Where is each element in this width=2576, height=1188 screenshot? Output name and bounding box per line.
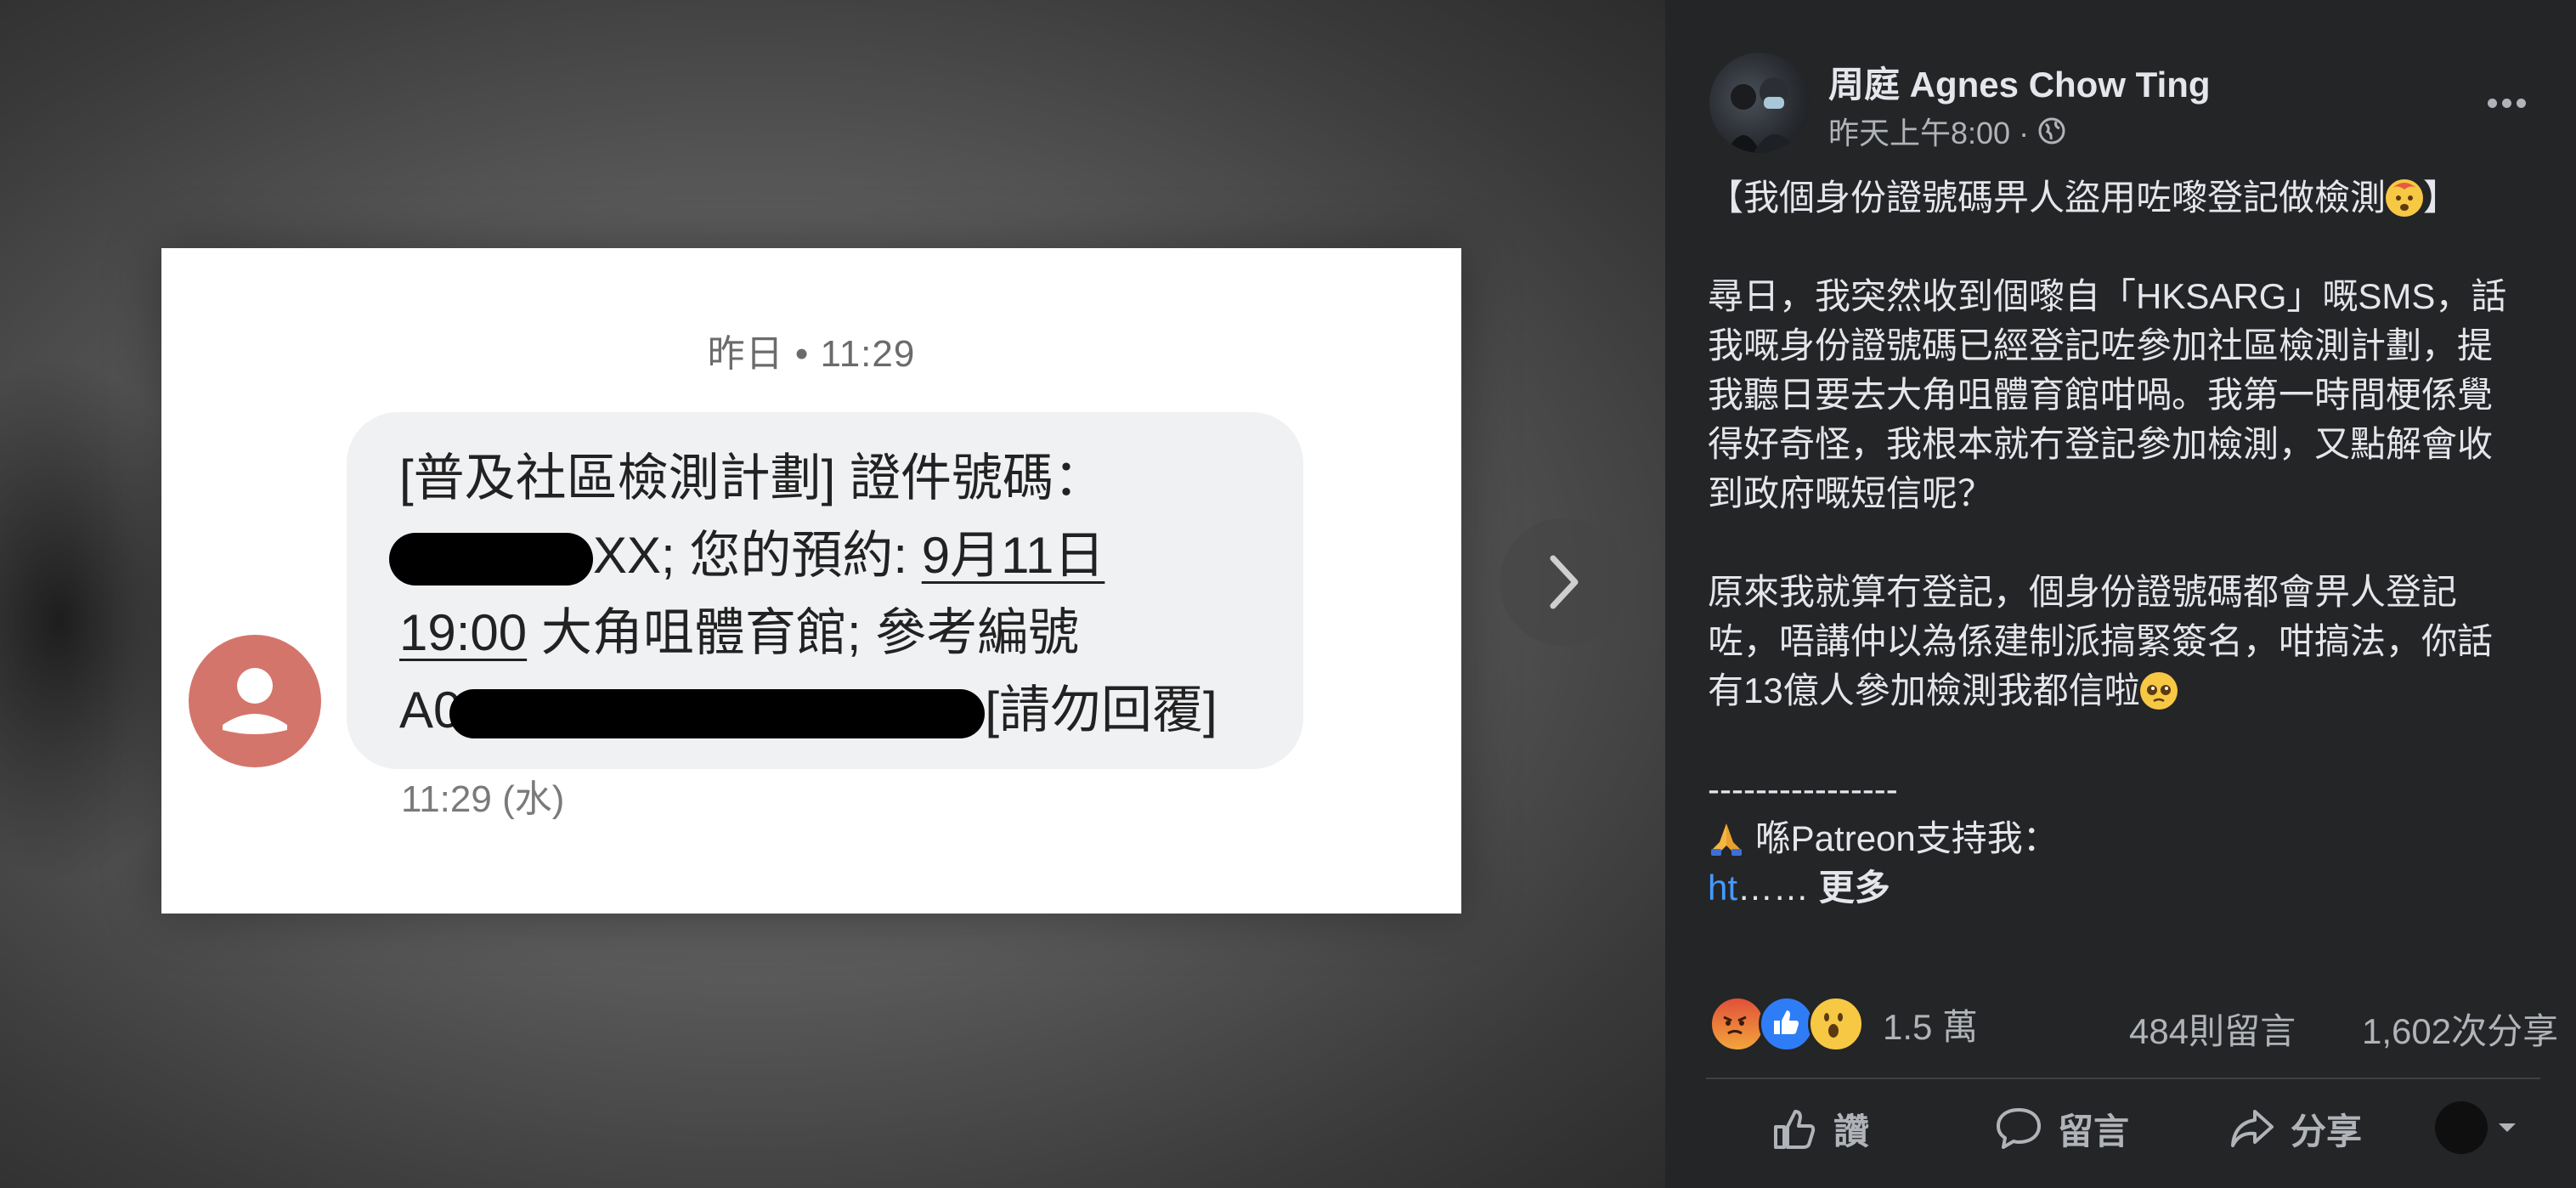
pleading-face-emoji-icon xyxy=(2139,672,2178,710)
reaction-identity-selector[interactable] xyxy=(2435,1101,2518,1154)
reactions-summary[interactable]: 1.5 萬 xyxy=(1709,996,1978,1052)
post-paragraph-1: 尋日，我突然收到個嚟自「HKSARG」嘅SMS，話我嘅身份證號碼已經登記咗參加社… xyxy=(1708,276,2507,513)
folded-hands-icon xyxy=(1711,823,1742,856)
sms-line-3: 19:00 大角咀體育館; 參考編號 xyxy=(399,604,1080,661)
post-paragraph-2: 原來我就算冇登記，個身份證號碼都會畀人登記咗，唔講仲以為係建制派搞緊簽名，咁搞法… xyxy=(1708,572,2494,710)
sms-message-bubble: [普及社區檢測計劃] 證件號碼： XX; 您的預約: 9月11日 19:00 大… xyxy=(347,412,1303,769)
dot-icon xyxy=(2501,98,2511,108)
angry-reaction-icon xyxy=(1709,996,1765,1052)
like-button[interactable]: 讚 xyxy=(1769,1096,1869,1161)
thumbs-up-icon xyxy=(1774,1110,1816,1149)
comment-button[interactable]: 留言 xyxy=(1993,1096,2129,1161)
sms-line-4: A0 [請勿回覆] xyxy=(399,682,1217,739)
sms-line-1: [普及社區檢測計劃] 證件號碼： xyxy=(399,450,1105,506)
sms-line-2: XX; 您的預約: 9月11日 xyxy=(389,517,1269,594)
divider xyxy=(1706,1078,2540,1079)
dot-icon xyxy=(2516,98,2526,108)
post-title: 【我個身份證號碼畀人盜用咗嚟登記做檢測】 xyxy=(1708,178,2460,218)
sms-screenshot-photo: 昨日 • 11:29 [普及社區檢測計劃] 證件號碼： XX; 您的預約: 9月… xyxy=(161,248,1461,914)
post-timestamp[interactable]: 昨天上午8:00 · xyxy=(1828,109,2029,153)
see-more-link[interactable]: 更多 xyxy=(1819,868,1890,908)
share-button[interactable]: 分享 xyxy=(2226,1096,2362,1161)
reaction-count: 1.5 萬 xyxy=(1883,1006,1979,1047)
redaction-mark xyxy=(389,533,593,586)
user-avatar xyxy=(2435,1101,2488,1154)
comment-bubble-icon xyxy=(1997,1108,2041,1149)
caret-down-icon xyxy=(2499,1123,2516,1132)
post-body: 【我個身份證號碼畀人盜用咗嚟登記做檢測】 尋日，我突然收到個嚟自「HKSARG」… xyxy=(1708,173,2523,913)
more-options-button[interactable] xyxy=(2472,82,2540,124)
sms-date-header: 昨日 • 11:29 xyxy=(707,333,916,375)
post-meta: 昨天上午8:00 · xyxy=(1828,109,2066,153)
post-panel: 周庭 Agnes Chow Ting 昨天上午8:00 · 【我個身份證號碼畀人… xyxy=(1665,0,2576,1188)
sms-date-link: 9月11日 xyxy=(921,527,1105,584)
exploding-head-emoji-icon xyxy=(2386,179,2424,217)
shares-count[interactable]: 1,602次分享 xyxy=(2362,1003,2558,1055)
next-photo-button[interactable] xyxy=(1500,518,1627,646)
photo-viewer: 昨日 • 11:29 [普及社區檢測計劃] 證件號碼： XX; 您的預約: 9月… xyxy=(0,0,1665,1188)
wow-reaction-icon xyxy=(1808,996,1864,1052)
author-name[interactable]: 周庭 Agnes Chow Ting xyxy=(1828,56,2211,108)
globe-icon xyxy=(2038,117,2065,144)
post-separator: ---------------- xyxy=(1708,769,1898,809)
like-reaction-icon xyxy=(1759,996,1815,1052)
dot-icon xyxy=(2487,98,2497,108)
post-patreon-line: 喺Patreon支持我： xyxy=(1708,814,2523,863)
chevron-right-icon xyxy=(1550,555,1579,609)
sms-message-text: [普及社區檢測計劃] 證件號碼： XX; 您的預約: 9月11日 19:00 大… xyxy=(389,439,1269,749)
comments-count[interactable]: 484則留言 xyxy=(2129,1003,2296,1055)
post-link-line: ht…… 更多 xyxy=(1708,868,1890,908)
sms-time-link: 19:00 xyxy=(399,604,528,661)
redaction-mark xyxy=(449,689,986,739)
share-arrow-icon xyxy=(2231,1110,2274,1147)
contact-avatar-icon xyxy=(189,635,321,767)
patreon-link[interactable]: ht xyxy=(1708,868,1737,908)
author-avatar[interactable] xyxy=(1709,53,1810,153)
sms-timestamp: 11:29 (水) xyxy=(401,778,565,820)
